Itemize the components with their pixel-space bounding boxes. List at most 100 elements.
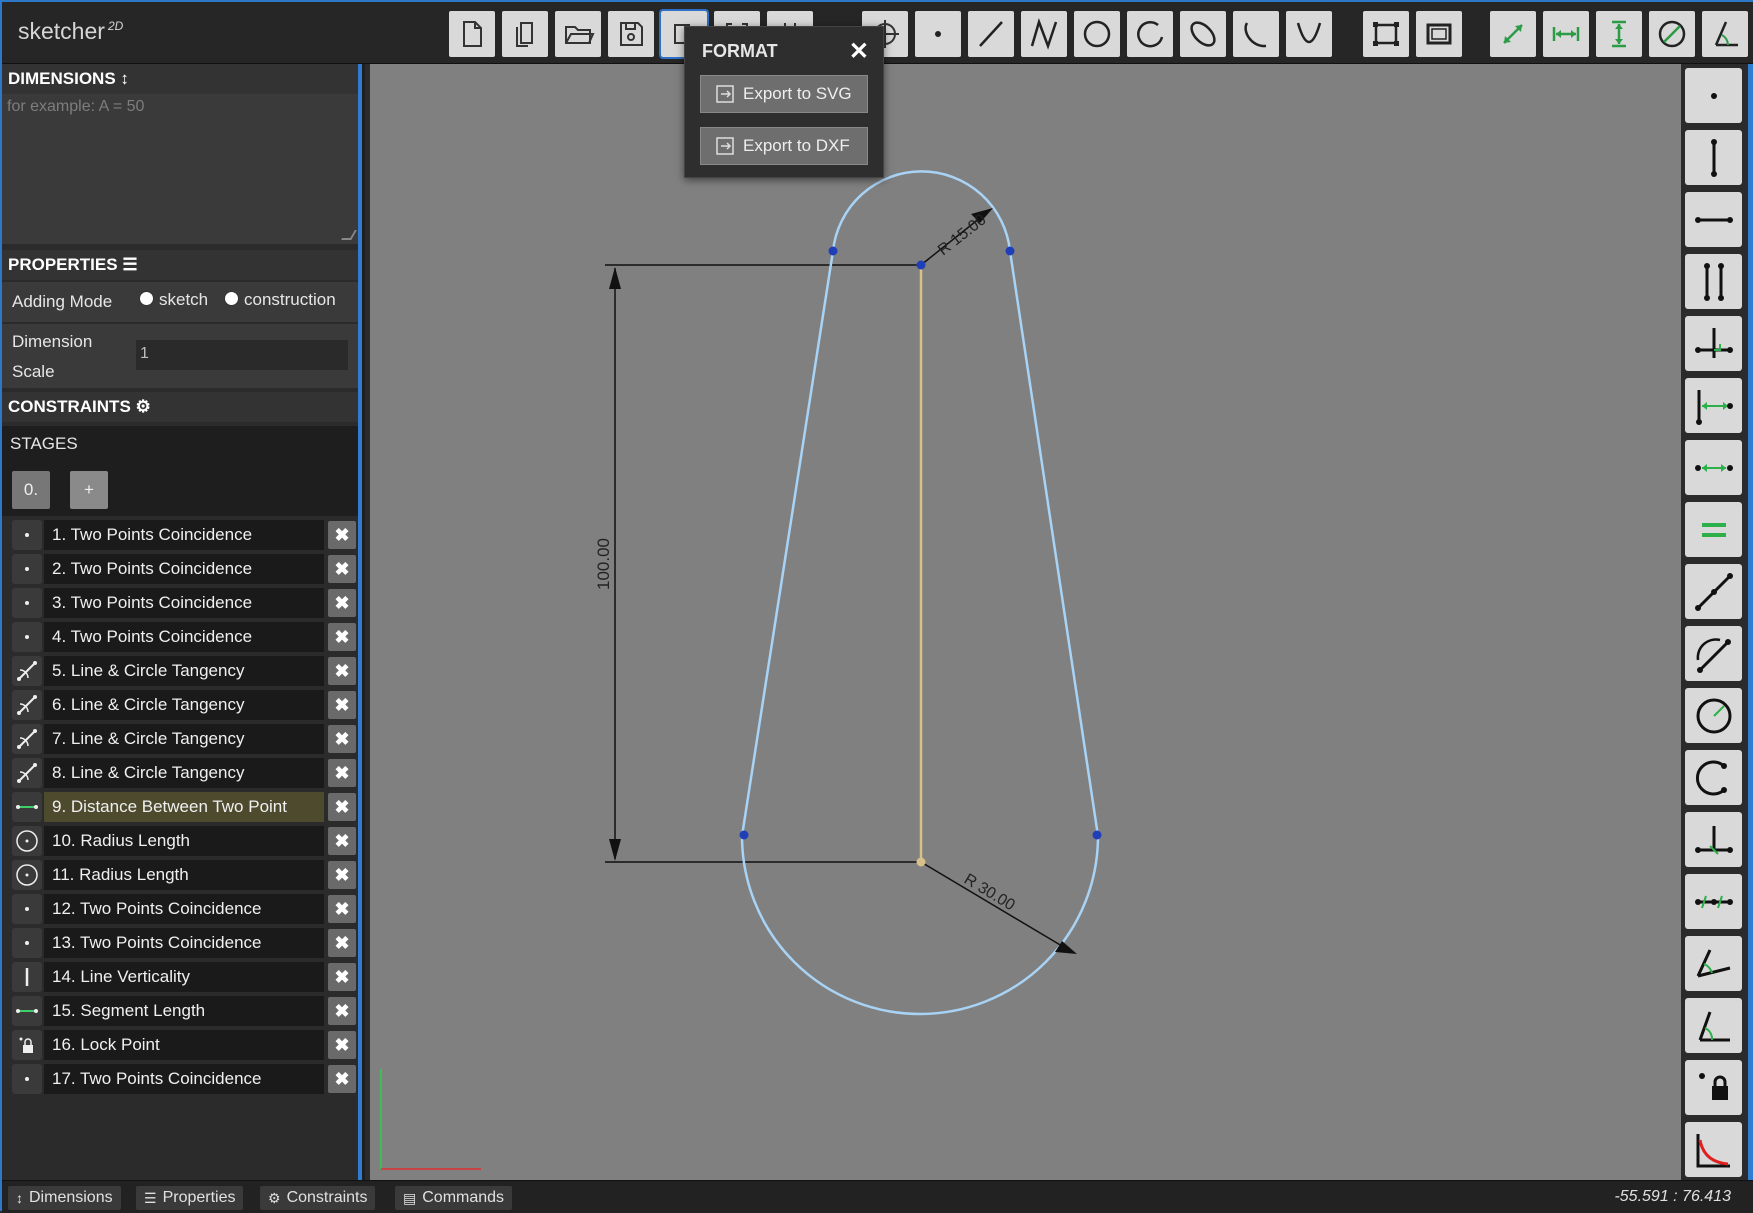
- coincidence-icon[interactable]: [12, 1064, 42, 1094]
- point-on-line-constraint-button[interactable]: [1685, 564, 1742, 619]
- constraint-label[interactable]: 13. Two Points Coincidence: [44, 928, 324, 958]
- tangency-icon[interactable]: [12, 656, 42, 686]
- constraint-label[interactable]: 9. Distance Between Two Point: [44, 792, 324, 822]
- horizontal-constraint-button[interactable]: [1685, 192, 1742, 247]
- copy-file-button[interactable]: [502, 11, 548, 57]
- sketch-point[interactable]: [739, 830, 749, 840]
- delete-constraint-button[interactable]: ✖: [328, 793, 356, 821]
- constraint-item[interactable]: 14. Line Verticality ✖: [10, 960, 356, 994]
- delete-constraint-button[interactable]: ✖: [328, 895, 356, 923]
- left-scrollbar[interactable]: [358, 64, 362, 1180]
- delete-constraint-button[interactable]: ✖: [328, 521, 356, 549]
- constraint-label[interactable]: 1. Two Points Coincidence: [44, 520, 324, 550]
- constraint-label[interactable]: 8. Line & Circle Tangency: [44, 758, 324, 788]
- constraint-item[interactable]: 6. Line & Circle Tangency ✖: [10, 688, 356, 722]
- constraint-label[interactable]: 15. Segment Length: [44, 996, 324, 1026]
- coincidence-icon[interactable]: [12, 588, 42, 618]
- equal-constraint-button[interactable]: [1685, 502, 1742, 557]
- sketch-point-center[interactable]: [916, 857, 926, 867]
- line-tool-button[interactable]: [968, 11, 1014, 57]
- constraint-item[interactable]: 12. Two Points Coincidence ✖: [10, 892, 356, 926]
- constraint-item[interactable]: 3. Two Points Coincidence ✖: [10, 586, 356, 620]
- radius-icon[interactable]: [12, 826, 42, 856]
- sketch-point[interactable]: [1005, 246, 1015, 256]
- horizontal-dimension-button[interactable]: [1543, 11, 1589, 57]
- radius-label-large[interactable]: R 30.00: [961, 871, 1018, 914]
- tab-properties[interactable]: ☰ Properties: [136, 1186, 244, 1210]
- open-folder-button[interactable]: [555, 11, 601, 57]
- constraint-item[interactable]: 1. Two Points Coincidence ✖: [10, 518, 356, 552]
- sketch-point[interactable]: [916, 260, 926, 270]
- constraint-label[interactable]: 12. Two Points Coincidence: [44, 894, 324, 924]
- tangency-icon[interactable]: [12, 724, 42, 754]
- stage-0-button[interactable]: 0.: [12, 471, 50, 509]
- delete-constraint-button[interactable]: ✖: [328, 1065, 356, 1093]
- delete-constraint-button[interactable]: ✖: [328, 929, 356, 957]
- angle-dimension-button[interactable]: [1702, 11, 1748, 57]
- constraint-item[interactable]: 2. Two Points Coincidence ✖: [10, 552, 356, 586]
- constraint-item[interactable]: 7. Line & Circle Tangency ✖: [10, 722, 356, 756]
- constraint-item[interactable]: 10. Radius Length ✖: [10, 824, 356, 858]
- delete-constraint-button[interactable]: ✖: [328, 963, 356, 991]
- constraint-item[interactable]: 15. Segment Length ✖: [10, 994, 356, 1028]
- coincidence-icon[interactable]: [12, 894, 42, 924]
- sketch-canvas[interactable]: 100.00 R 15.00 R 30.00: [370, 64, 1681, 1180]
- radius-icon[interactable]: [12, 860, 42, 890]
- dimension-label-vertical[interactable]: 100.00: [594, 538, 613, 590]
- arc-constraint-button[interactable]: [1685, 750, 1742, 805]
- angle-constraint-button[interactable]: [1685, 936, 1742, 991]
- fix-point-constraint-button[interactable]: [1685, 68, 1742, 123]
- tangent-constraint-button[interactable]: [1685, 626, 1742, 681]
- coincidence-icon[interactable]: [12, 520, 42, 550]
- distance-constraint-button[interactable]: [1685, 440, 1742, 495]
- export-svg-button[interactable]: Export to SVG: [700, 75, 868, 113]
- symmetry-constraint-button[interactable]: [1685, 874, 1742, 929]
- constraint-label[interactable]: 10. Radius Length: [44, 826, 324, 856]
- new-file-button[interactable]: [449, 11, 495, 57]
- vertical-dimension-button[interactable]: [1596, 11, 1642, 57]
- delete-constraint-button[interactable]: ✖: [328, 997, 356, 1025]
- angle-horizontal-constraint-button[interactable]: [1685, 998, 1742, 1053]
- distance-icon[interactable]: [12, 996, 42, 1026]
- constraint-item[interactable]: 8. Line & Circle Tangency ✖: [10, 756, 356, 790]
- delete-constraint-button[interactable]: ✖: [328, 725, 356, 753]
- tab-dimensions[interactable]: ↕ Dimensions: [8, 1186, 121, 1210]
- distance-icon[interactable]: [12, 792, 42, 822]
- delete-constraint-button[interactable]: ✖: [328, 827, 356, 855]
- parallel-constraint-button[interactable]: [1685, 254, 1742, 309]
- lock-icon[interactable]: [12, 1030, 42, 1060]
- constraint-label[interactable]: 3. Two Points Coincidence: [44, 588, 324, 618]
- constraint-label[interactable]: 2. Two Points Coincidence: [44, 554, 324, 584]
- close-icon[interactable]: ✕: [849, 37, 869, 66]
- delete-constraint-button[interactable]: ✖: [328, 759, 356, 787]
- dimensions-textarea[interactable]: for example: A = 50: [2, 94, 358, 244]
- delete-constraint-button[interactable]: ✖: [328, 555, 356, 583]
- radius-line-large[interactable]: [920, 861, 1068, 950]
- constraint-label[interactable]: 11. Radius Length: [44, 860, 324, 890]
- perpendicular-constraint-button[interactable]: [1685, 316, 1742, 371]
- constraint-label[interactable]: 6. Line & Circle Tangency: [44, 690, 324, 720]
- constraint-item[interactable]: 13. Two Points Coincidence ✖: [10, 926, 356, 960]
- dimensions-header[interactable]: DIMENSIONS ↕: [2, 64, 358, 94]
- save-button[interactable]: [608, 11, 654, 57]
- constraint-label[interactable]: 16. Lock Point: [44, 1030, 324, 1060]
- ellipse-tool-button[interactable]: [1180, 11, 1226, 57]
- coincidence-icon[interactable]: [12, 928, 42, 958]
- constraint-item[interactable]: 16. Lock Point ✖: [10, 1028, 356, 1062]
- parabola-tool-button[interactable]: [1286, 11, 1332, 57]
- tangency-icon[interactable]: [12, 758, 42, 788]
- select-box-button[interactable]: [1363, 11, 1409, 57]
- fillet-constraint-button[interactable]: [1685, 1122, 1742, 1177]
- delete-constraint-button[interactable]: ✖: [328, 623, 356, 651]
- delete-constraint-button[interactable]: ✖: [328, 691, 356, 719]
- properties-header[interactable]: PROPERTIES ☰: [2, 250, 358, 280]
- aligned-dimension-button[interactable]: [1490, 11, 1536, 57]
- right-scrollbar[interactable]: [1748, 64, 1753, 1180]
- construction-radio[interactable]: [224, 291, 239, 306]
- frame-button[interactable]: [1416, 11, 1462, 57]
- constraint-item[interactable]: 17. Two Points Coincidence ✖: [10, 1062, 356, 1096]
- constraints-header[interactable]: CONSTRAINTS ⚙: [2, 392, 358, 422]
- arc-tool-button[interactable]: [1127, 11, 1173, 57]
- dimension-scale-input[interactable]: 1: [136, 340, 348, 370]
- coincidence-icon[interactable]: [12, 554, 42, 584]
